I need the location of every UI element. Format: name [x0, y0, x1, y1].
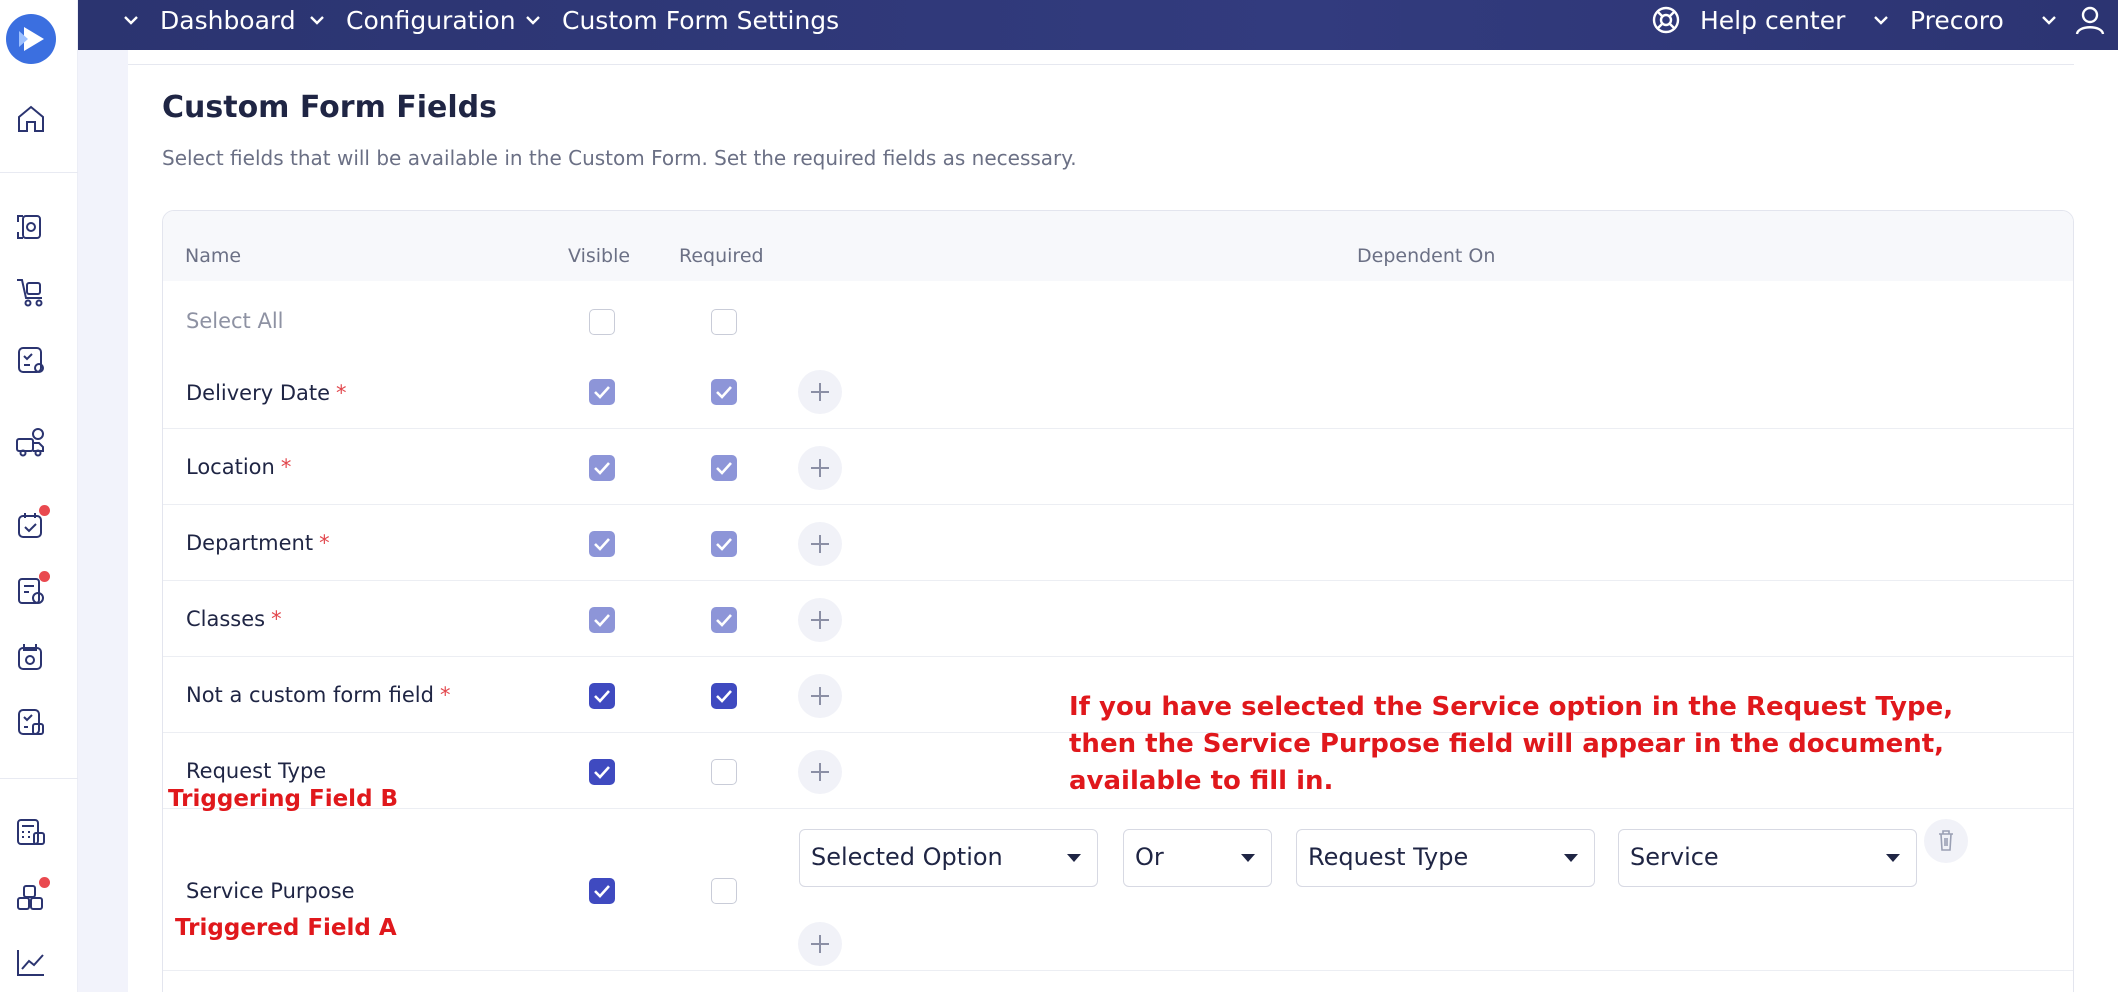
notification-dot: [39, 571, 50, 582]
table-row: Classes *: [163, 581, 2073, 657]
chevron-down-icon: [2042, 16, 2056, 25]
dependent-value-select[interactable]: Service: [1618, 829, 1917, 887]
budgets-icon[interactable]: [14, 705, 48, 739]
select-all-required-checkbox[interactable]: [711, 309, 737, 335]
add-dependency-button[interactable]: [798, 922, 842, 966]
add-dependency-button[interactable]: [798, 598, 842, 642]
add-dependency-button[interactable]: [798, 370, 842, 414]
required-checkbox[interactable]: [711, 531, 737, 557]
add-dependency-button[interactable]: [798, 674, 842, 718]
required-checkbox[interactable]: [711, 379, 737, 405]
header-visible: Visible: [568, 245, 631, 267]
annotation-triggering-field: Triggering Field B: [168, 786, 399, 812]
select-all-label: Select All: [186, 309, 284, 333]
caret-down-icon: [1241, 854, 1255, 862]
analytics-icon[interactable]: [14, 946, 48, 980]
header-name: Name: [185, 245, 242, 267]
table-row: Service Purpose Selected Option Or Reque…: [163, 809, 2073, 971]
home-icon[interactable]: [14, 102, 48, 136]
breadcrumb-dashboard[interactable]: Dashboard: [120, 0, 296, 40]
operator-select[interactable]: Or: [1123, 829, 1272, 887]
chevron-down-icon: [124, 16, 138, 25]
invoice-icon[interactable]: [14, 571, 50, 608]
chevron-down-icon: [1874, 16, 1888, 25]
chevron-down-icon: [526, 16, 540, 25]
visible-checkbox[interactable]: [589, 878, 615, 904]
user-icon: [2075, 6, 2105, 35]
annotation-note: If you have selected the Service option …: [1069, 692, 1954, 796]
table-row: Delivery Date *: [163, 353, 2073, 429]
caret-down-icon: [1564, 854, 1578, 862]
breadcrumb-configuration[interactable]: Configuration: [306, 0, 516, 40]
visible-checkbox[interactable]: [589, 759, 615, 785]
checklist-icon[interactable]: [14, 505, 50, 542]
top-bar: Dashboard Configuration Custom Form Sett…: [78, 0, 2118, 50]
delivery-icon[interactable]: [14, 425, 48, 459]
trash-icon: [1939, 830, 1953, 851]
field-name: Service Purpose: [186, 879, 355, 903]
required-checkbox[interactable]: [711, 759, 737, 785]
help-center-link[interactable]: Help center: [1650, 0, 1845, 40]
header-required: Required: [679, 245, 764, 267]
caret-down-icon: [1886, 854, 1900, 862]
visible-checkbox[interactable]: [589, 455, 615, 481]
breadcrumb-custom-form-settings[interactable]: Custom Form Settings: [522, 0, 839, 40]
table-header: Name Visible Required Dependent On: [163, 211, 2073, 281]
field-name: Delivery Date *: [186, 381, 347, 405]
precoro-logo[interactable]: [6, 14, 56, 64]
header-dependent-on: Dependent On: [1357, 245, 1496, 267]
approvals-icon[interactable]: [14, 343, 48, 377]
table-row: Department *: [163, 505, 2073, 581]
lifebuoy-icon: [1652, 6, 1680, 34]
notification-dot: [39, 505, 50, 516]
caret-down-icon: [1067, 854, 1081, 862]
visible-checkbox[interactable]: [589, 531, 615, 557]
add-dependency-button[interactable]: [798, 522, 842, 566]
calculator-icon[interactable]: [14, 815, 48, 849]
sidebar-rail: [0, 0, 78, 992]
field-name: Department *: [186, 531, 330, 555]
required-checkbox[interactable]: [711, 607, 737, 633]
cart-icon[interactable]: [14, 275, 48, 309]
required-checkbox[interactable]: [711, 683, 737, 709]
field-name: Location *: [186, 455, 292, 479]
field-name: Request Type: [186, 759, 327, 783]
table-row-select-all: Select All: [163, 281, 2073, 353]
delete-dependency-button[interactable]: [1924, 819, 1968, 863]
condition-select[interactable]: Selected Option: [799, 829, 1098, 887]
payments-icon[interactable]: [14, 640, 48, 674]
chevron-down-icon: [310, 16, 324, 25]
main-panel: Custom Form Fields Select fields that wi…: [128, 50, 2118, 992]
required-checkbox[interactable]: [711, 878, 737, 904]
visible-checkbox[interactable]: [589, 379, 615, 405]
required-checkbox[interactable]: [711, 455, 737, 481]
notification-dot: [39, 877, 50, 888]
field-name: Classes *: [186, 607, 282, 631]
fields-table: Name Visible Required Dependent On Selec…: [162, 210, 2074, 992]
company-switcher[interactable]: Precoro: [1870, 0, 2004, 40]
dependent-field-select[interactable]: Request Type: [1296, 829, 1595, 887]
page-title: Custom Form Fields: [162, 90, 498, 125]
add-dependency-button[interactable]: [798, 446, 842, 490]
add-dependency-button[interactable]: [798, 750, 842, 794]
page-subtitle: Select fields that will be available in …: [162, 146, 1077, 170]
table-row: Location *: [163, 429, 2073, 505]
visible-checkbox[interactable]: [589, 607, 615, 633]
visible-checkbox[interactable]: [589, 683, 615, 709]
side-strip: [78, 0, 128, 992]
annotation-triggered-field: Triggered Field A: [175, 915, 397, 941]
items-icon[interactable]: [14, 877, 50, 914]
select-all-visible-checkbox[interactable]: [589, 309, 615, 335]
field-name: Not a custom form field *: [186, 683, 451, 707]
user-menu[interactable]: [2038, 0, 2106, 40]
documents-icon[interactable]: [14, 210, 48, 244]
